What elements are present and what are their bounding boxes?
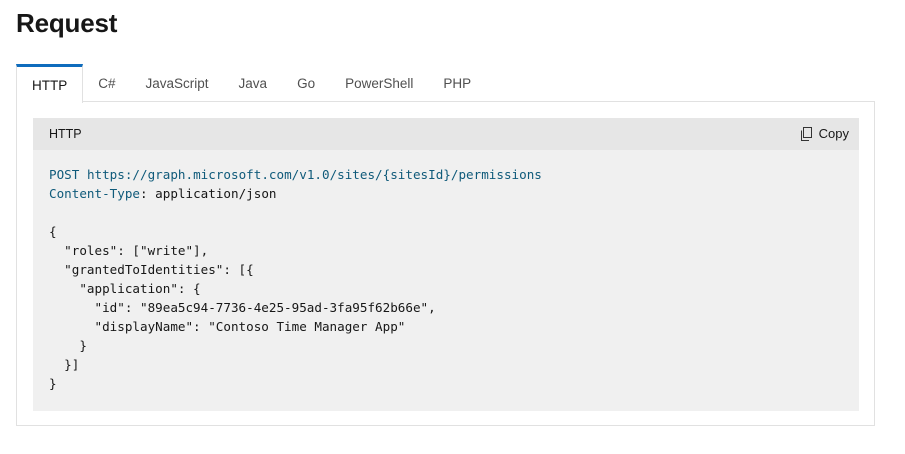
- tab-http[interactable]: HTTP: [16, 64, 84, 103]
- tab-panel: HTTP Copy POST https://graph.microsoft.c…: [16, 101, 875, 426]
- tab-java[interactable]: Java: [224, 64, 283, 102]
- copy-icon: [799, 126, 813, 141]
- language-tabs: HTTP C# JavaScript Java Go PowerShell PH…: [16, 64, 486, 103]
- code-language-label: HTTP: [49, 127, 82, 141]
- tab-javascript[interactable]: JavaScript: [131, 64, 224, 102]
- tab-php[interactable]: PHP: [428, 64, 486, 102]
- copy-label: Copy: [818, 126, 849, 141]
- code-header: HTTP Copy: [33, 118, 859, 150]
- header-name: Content-Type: [49, 186, 140, 201]
- code-body[interactable]: POST https://graph.microsoft.com/v1.0/si…: [33, 150, 859, 411]
- page-title: Request: [16, 8, 118, 38]
- request-url: https://graph.microsoft.com/v1.0/sites/{…: [86, 167, 542, 182]
- code-text: POST https://graph.microsoft.com/v1.0/si…: [49, 165, 843, 393]
- http-method: POST: [49, 167, 80, 182]
- tab-go[interactable]: Go: [282, 64, 330, 102]
- request-body: { "roles": ["write"], "grantedToIdentiti…: [49, 224, 436, 391]
- header-value: : application/json: [140, 186, 277, 201]
- copy-button[interactable]: Copy: [799, 126, 849, 141]
- tab-csharp[interactable]: C#: [83, 64, 130, 102]
- tab-powershell[interactable]: PowerShell: [330, 64, 428, 102]
